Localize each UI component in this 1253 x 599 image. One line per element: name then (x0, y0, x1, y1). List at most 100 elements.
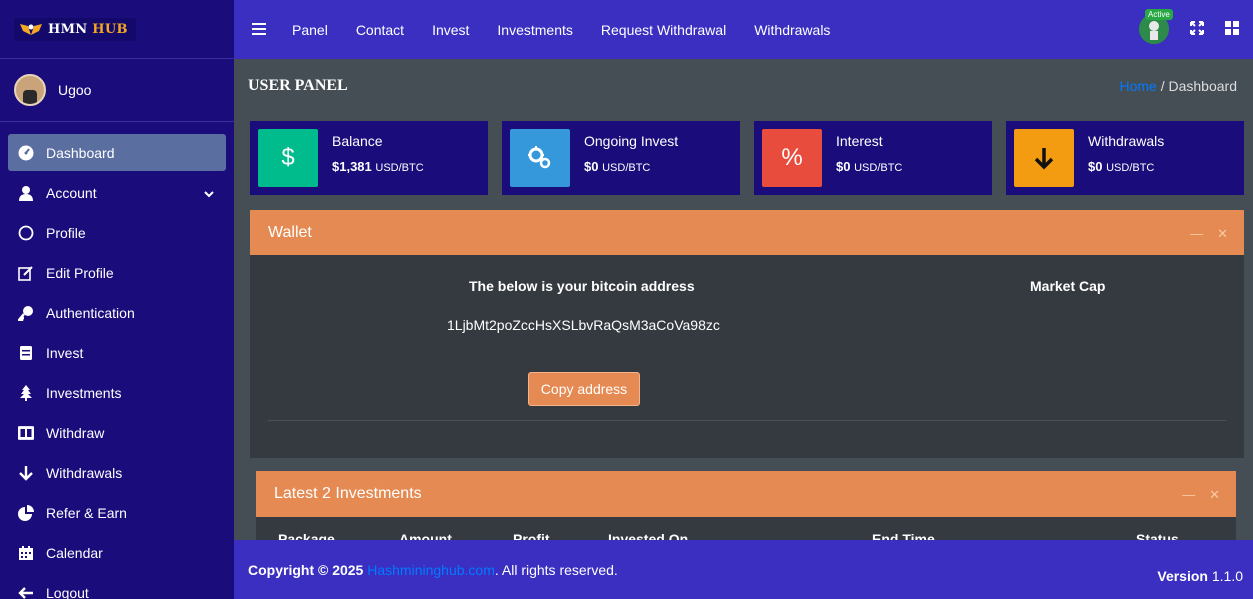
sidebar-nav: Dashboard Account Profile Edit Profile A… (0, 122, 234, 599)
stat-value: $0 USD/BTC (584, 159, 651, 174)
sidebar-item-label: Account (46, 184, 97, 201)
hamburger-menu-icon[interactable] (252, 22, 266, 38)
chevron-down-icon[interactable] (204, 186, 214, 202)
columns-icon (18, 425, 34, 441)
topnav-request-withdrawal[interactable]: Request Withdrawal (601, 22, 726, 38)
status-badge: Active (1145, 9, 1173, 20)
sidebar: HMN HUB Ugoo Dashboard Account Profile E… (0, 0, 234, 599)
page-title: USER PANEL (248, 77, 348, 94)
arrow-left-icon (18, 585, 34, 599)
topnav-panel[interactable]: Panel (292, 22, 328, 38)
stat-label: Withdrawals (1088, 133, 1165, 149)
sidebar-item-label: Edit Profile (46, 264, 114, 281)
sidebar-item-label: Authentication (46, 304, 135, 321)
stat-value: $0 USD/BTC (836, 159, 903, 174)
card-tools: — ✕ (1190, 226, 1228, 242)
stat-card-interest: % Interest $0 USD/BTC (754, 121, 992, 195)
calendar-icon (18, 545, 34, 561)
sidebar-item-logout[interactable]: Logout (8, 574, 226, 599)
invoice-icon (18, 345, 34, 361)
user-name[interactable]: Ugoo (58, 82, 91, 98)
breadcrumb-home[interactable]: Home (1119, 78, 1156, 94)
topnav-investments[interactable]: Investments (497, 22, 572, 38)
user-status-avatar[interactable]: Active (1139, 9, 1173, 44)
copy-address-button[interactable]: Copy address (528, 372, 640, 406)
footer-site-link[interactable]: Hashmininghub.com (367, 562, 495, 578)
grid-icon[interactable] (1225, 20, 1239, 38)
stat-label: Ongoing Invest (584, 133, 679, 149)
sidebar-item-refer-earn[interactable]: Refer & Earn (8, 494, 226, 531)
stat-card-ongoing-invest: Ongoing Invest $0 USD/BTC (502, 121, 740, 195)
card-tools: — ✕ (1182, 487, 1220, 503)
close-icon[interactable]: ✕ (1217, 226, 1228, 242)
minimize-icon[interactable]: — (1190, 226, 1203, 242)
sidebar-item-invest[interactable]: Invest (8, 334, 226, 371)
breadcrumb-current: Dashboard (1168, 78, 1238, 94)
divider (268, 420, 1226, 421)
breadcrumb-separator: / (1160, 78, 1165, 94)
percent-icon: % (762, 129, 822, 187)
sidebar-item-profile[interactable]: Profile (8, 214, 226, 251)
sidebar-item-calendar[interactable]: Calendar (8, 534, 226, 571)
footer-copyright: Copyright © 2025 Hashmininghub.com. All … (248, 561, 618, 578)
wallet-address-heading: The below is your bitcoin address (469, 278, 695, 294)
arrow-down-icon (18, 465, 34, 481)
stat-value: $0 USD/BTC (1088, 159, 1155, 174)
avatar[interactable] (14, 74, 46, 106)
sidebar-item-withdrawals[interactable]: Withdrawals (8, 454, 226, 491)
sidebar-item-dashboard[interactable]: Dashboard (8, 134, 226, 171)
topnav-contact[interactable]: Contact (356, 22, 404, 38)
sidebar-item-account[interactable]: Account (8, 174, 226, 211)
footer: Copyright © 2025 Hashmininghub.com. All … (234, 540, 1253, 599)
market-cap-heading: Market Cap (1030, 278, 1106, 294)
tree-icon (18, 384, 34, 401)
sidebar-item-label: Calendar (46, 544, 103, 561)
sidebar-item-edit-profile[interactable]: Edit Profile (8, 254, 226, 291)
wallet-card-title: Wallet (268, 223, 312, 241)
dashboard-icon (18, 145, 34, 161)
sidebar-item-label: Refer & Earn (46, 504, 127, 521)
stat-label: Interest (836, 133, 883, 149)
wallet-card-header: Wallet — ✕ (250, 210, 1244, 255)
sidebar-item-authentication[interactable]: Authentication (8, 294, 226, 331)
sidebar-item-label: Withdrawals (46, 464, 123, 481)
stat-card-balance: $ Balance $1,381 USD/BTC (250, 121, 488, 195)
investments-card-header: Latest 2 Investments — ✕ (256, 471, 1236, 517)
top-nav: Panel Contact Invest Investments Request… (278, 22, 844, 38)
dollar-icon: $ (258, 129, 318, 187)
circle-icon (18, 225, 34, 241)
wallet-address[interactable]: 1LjbMt2poZccHsXSLbvRaQsM3aCoVa98zc (447, 317, 720, 333)
sidebar-item-label: Investments (46, 384, 122, 401)
pie-icon (18, 504, 34, 521)
fullscreen-icon[interactable] (1189, 20, 1205, 39)
investments-card: Latest 2 Investments — ✕ Package Amount … (256, 471, 1236, 547)
sidebar-item-label: Profile (46, 224, 86, 241)
topbar: Panel Contact Invest Investments Request… (234, 0, 1253, 59)
sidebar-item-withdraw[interactable]: Withdraw (8, 414, 226, 451)
key-icon (18, 305, 34, 321)
close-icon[interactable]: ✕ (1209, 487, 1220, 503)
brand-wings-icon (20, 24, 42, 35)
minimize-icon[interactable]: — (1182, 487, 1195, 503)
investments-card-title: Latest 2 Investments (274, 485, 422, 502)
wallet-card: Wallet — ✕ The below is your bitcoin add… (250, 210, 1244, 458)
brand-logo-box[interactable]: HMN HUB (14, 17, 136, 41)
footer-version: Version 1.1.0 (1157, 568, 1243, 584)
sidebar-item-label: Dashboard (46, 144, 115, 161)
stat-label: Balance (332, 133, 383, 149)
topnav-invest[interactable]: Invest (432, 22, 469, 38)
cogs-icon (510, 129, 570, 187)
sidebar-item-label: Withdraw (46, 424, 105, 441)
arrow-down-icon (1014, 129, 1074, 187)
topbar-right: Active (1139, 9, 1239, 44)
user-icon (18, 185, 34, 201)
user-panel[interactable]: Ugoo (0, 59, 234, 122)
stat-value: $1,381 USD/BTC (332, 159, 424, 174)
sidebar-item-investments[interactable]: Investments (8, 374, 226, 411)
breadcrumb: Home / Dashboard (1119, 78, 1237, 94)
stat-card-withdrawals: Withdrawals $0 USD/BTC (1006, 121, 1244, 195)
sidebar-item-label: Logout (46, 584, 89, 599)
brand[interactable]: HMN HUB (0, 0, 234, 59)
sidebar-item-label: Invest (46, 344, 84, 361)
topnav-withdrawals[interactable]: Withdrawals (754, 22, 830, 38)
